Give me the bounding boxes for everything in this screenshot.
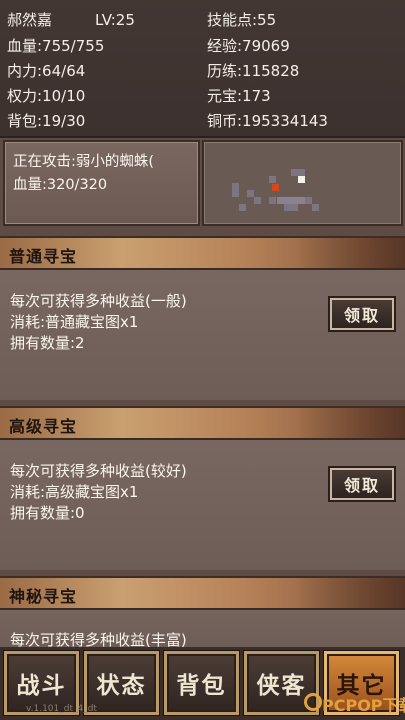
character-name: 郝然嘉 xyxy=(7,11,53,29)
minimap-terrain xyxy=(269,176,276,183)
cost-description: 消耗:普通藏宝图x1 xyxy=(10,313,139,331)
cost-description: 消耗:高级藏宝图x1 xyxy=(10,483,139,501)
minimap-target-marker xyxy=(298,176,305,183)
attack-info-panel: 正在攻击:弱小的蜘蛛( 血量:320/320 xyxy=(3,140,200,226)
section-title: 普通寻宝 xyxy=(9,247,78,266)
owned-count: 拥有数量:0 xyxy=(10,504,85,522)
minimap-terrain xyxy=(284,204,291,211)
section-banner: 高级寻宝 xyxy=(0,408,405,440)
bag-stat: 背包:19/30 xyxy=(7,112,86,130)
section-title: 高级寻宝 xyxy=(9,417,78,436)
minimap-terrain xyxy=(247,190,254,197)
minimap-terrain xyxy=(269,197,276,204)
minimap-terrain xyxy=(284,197,291,204)
claim-button[interactable]: 领取 xyxy=(328,296,396,332)
experience-stat: 历练:115828 xyxy=(207,62,300,80)
minimap-terrain xyxy=(254,197,261,204)
minimap[interactable] xyxy=(202,140,403,226)
section-banner: 神秘寻宝 xyxy=(0,578,405,610)
authority-stat: 权力:10/10 xyxy=(7,87,86,105)
minimap-terrain xyxy=(298,169,305,176)
minimap-terrain xyxy=(239,204,246,211)
hp-stat: 血量:755/755 xyxy=(7,37,105,55)
section-banner: 普通寻宝 xyxy=(0,238,405,270)
reward-description: 每次可获得多种收益(一般) xyxy=(10,292,187,310)
attack-target: 正在攻击:弱小的蜘蛛( xyxy=(13,154,155,170)
treasure-section-advanced: 高级寻宝 每次可获得多种收益(较好) 消耗:高级藏宝图x1 拥有数量:0 领取 xyxy=(0,406,405,570)
owned-count: 拥有数量:2 xyxy=(10,334,85,352)
minimap-terrain xyxy=(298,197,305,204)
inner-power-stat: 内力:64/64 xyxy=(7,62,86,80)
minimap-terrain xyxy=(291,204,298,211)
minimap-terrain xyxy=(291,197,298,204)
minimap-terrain xyxy=(291,169,298,176)
character-stats-panel: 郝然嘉 LV:25 技能点:55 血量:755/755 经验:79069 内力:… xyxy=(0,0,405,138)
version-label: v.1.101_dt_4_dt xyxy=(26,704,97,714)
minimap-terrain xyxy=(232,190,239,197)
nav-bag-button[interactable]: 背包 xyxy=(164,651,239,715)
skill-points: 技能点:55 xyxy=(207,11,277,29)
treasure-section-mystery: 神秘寻宝 每次可获得多种收益(丰富) xyxy=(0,576,405,649)
reward-description: 每次可获得多种收益(较好) xyxy=(10,462,187,480)
minimap-terrain xyxy=(277,197,284,204)
target-hp: 血量:320/320 xyxy=(13,177,108,193)
copper-stat: 铜币:195334143 xyxy=(207,112,328,130)
minimap-terrain xyxy=(305,197,312,204)
treasure-section-normal: 普通寻宝 每次可获得多种收益(一般) 消耗:普通藏宝图x1 拥有数量:2 领取 xyxy=(0,236,405,400)
ingots-stat: 元宝:173 xyxy=(207,87,271,105)
watermark-logo-icon xyxy=(304,693,322,711)
section-title: 神秘寻宝 xyxy=(9,587,78,606)
exp-stat: 经验:79069 xyxy=(207,37,290,55)
watermark-text: PCPOP下载 xyxy=(322,696,405,715)
minimap-player-marker xyxy=(272,184,279,191)
claim-button[interactable]: 领取 xyxy=(328,466,396,502)
minimap-terrain xyxy=(312,204,319,211)
minimap-terrain xyxy=(232,183,239,190)
character-level: LV:25 xyxy=(95,11,135,29)
